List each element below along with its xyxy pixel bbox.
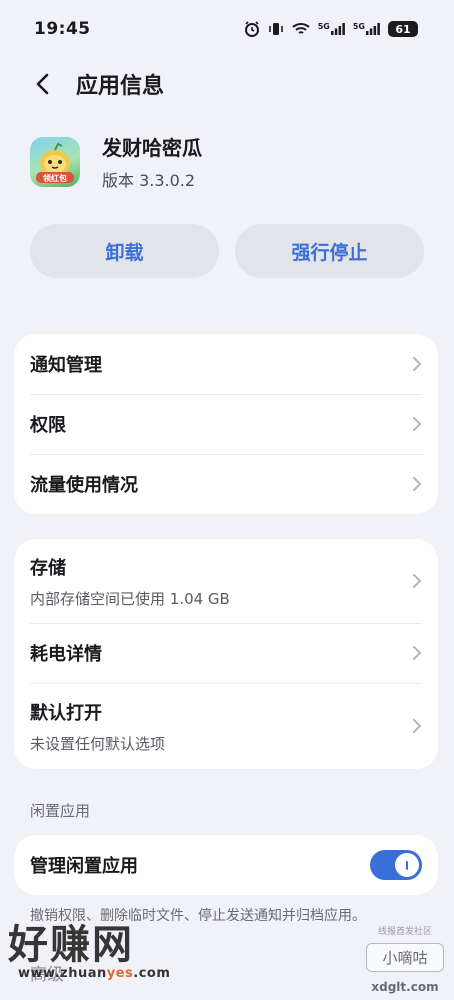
row-title: 权限 <box>30 415 66 436</box>
battery-icon: 61 <box>388 21 418 37</box>
vibrate-icon <box>268 21 284 37</box>
watermark-logo: 好赚网 <box>8 922 134 968</box>
chevron-right-icon <box>413 574 422 588</box>
row-title: 管理闲置应用 <box>30 856 138 877</box>
app-text: 发财哈密瓜 版本 3.3.0.2 <box>102 132 202 191</box>
row-title: 耗电详情 <box>30 644 102 665</box>
permissions-row[interactable]: 权限 <box>14 394 438 454</box>
chevron-right-icon <box>413 477 422 491</box>
manage-idle-apps-row: 管理闲置应用 <box>14 835 438 895</box>
page-title: 应用信息 <box>76 74 165 99</box>
manage-idle-apps-toggle[interactable] <box>370 850 422 880</box>
row-title: 流量使用情况 <box>30 475 138 496</box>
header: 应用信息 <box>28 64 164 104</box>
row-subtitle: 未设置任何默认选项 <box>30 734 166 753</box>
row-text: 默认打开 未设置任何默认选项 <box>30 699 165 754</box>
row-text: 存储 内部存储空间已使用 1.04 GB <box>30 554 230 609</box>
back-arrow-icon <box>36 73 49 95</box>
signal-icon-2: 5G <box>353 23 380 35</box>
open-by-default-row[interactable]: 默认打开 未设置任何默认选项 <box>14 683 438 769</box>
chevron-right-icon <box>413 646 422 660</box>
back-button[interactable] <box>28 69 58 99</box>
battery-details-row[interactable]: 耗电详情 <box>14 623 438 683</box>
toggle-knob <box>395 853 419 877</box>
idle-apps-section-title: 闲置应用 <box>30 802 91 820</box>
alarm-icon <box>244 21 260 37</box>
force-stop-button[interactable]: 强行停止 <box>235 224 424 278</box>
app-version: 版本 3.3.0.2 <box>102 171 196 190</box>
app-info: 领红包 发财哈密瓜 版本 3.3.0.2 <box>30 132 202 191</box>
row-subtitle: 内部存储空间已使用 1.04 GB <box>30 589 230 608</box>
signal-icon-1: 5G <box>318 23 345 35</box>
settings-card-2: 存储 内部存储空间已使用 1.04 GB 耗电详情 默认打开 未设置任何默认选项 <box>14 539 438 769</box>
data-usage-row[interactable]: 流量使用情况 <box>14 454 438 514</box>
status-bar: 19:45 5G 5G 61 <box>0 0 454 58</box>
row-title: 默认打开 <box>30 702 102 724</box>
storage-row[interactable]: 存储 内部存储空间已使用 1.04 GB <box>14 539 438 623</box>
chevron-right-icon <box>413 417 422 431</box>
chevron-right-icon <box>413 719 422 733</box>
wifi-icon <box>292 22 310 36</box>
row-title: 存储 <box>30 557 66 579</box>
row-title: 通知管理 <box>30 355 102 376</box>
status-time: 19:45 <box>34 19 91 39</box>
notification-management-row[interactable]: 通知管理 <box>14 334 438 394</box>
watermark-right: 线报首发社区 小嘀咕 xdglt.com <box>366 924 444 994</box>
watermark-badge: 小嘀咕 <box>366 943 444 972</box>
watermark-domain: www.zhuanyes.com <box>18 966 171 981</box>
app-icon-label: 领红包 <box>43 173 67 183</box>
uninstall-button[interactable]: 卸载 <box>30 224 219 278</box>
app-name: 发财哈密瓜 <box>102 136 202 160</box>
app-icon: 领红包 <box>30 136 80 187</box>
settings-card-1: 通知管理 权限 流量使用情况 <box>14 334 438 514</box>
status-icons: 5G 5G 61 <box>244 21 418 37</box>
watermark-url: xdglt.com <box>371 980 439 994</box>
chevron-right-icon <box>413 357 422 371</box>
watermark-tagline: 线报首发社区 <box>377 927 432 937</box>
idle-apps-card: 管理闲置应用 <box>14 835 438 895</box>
